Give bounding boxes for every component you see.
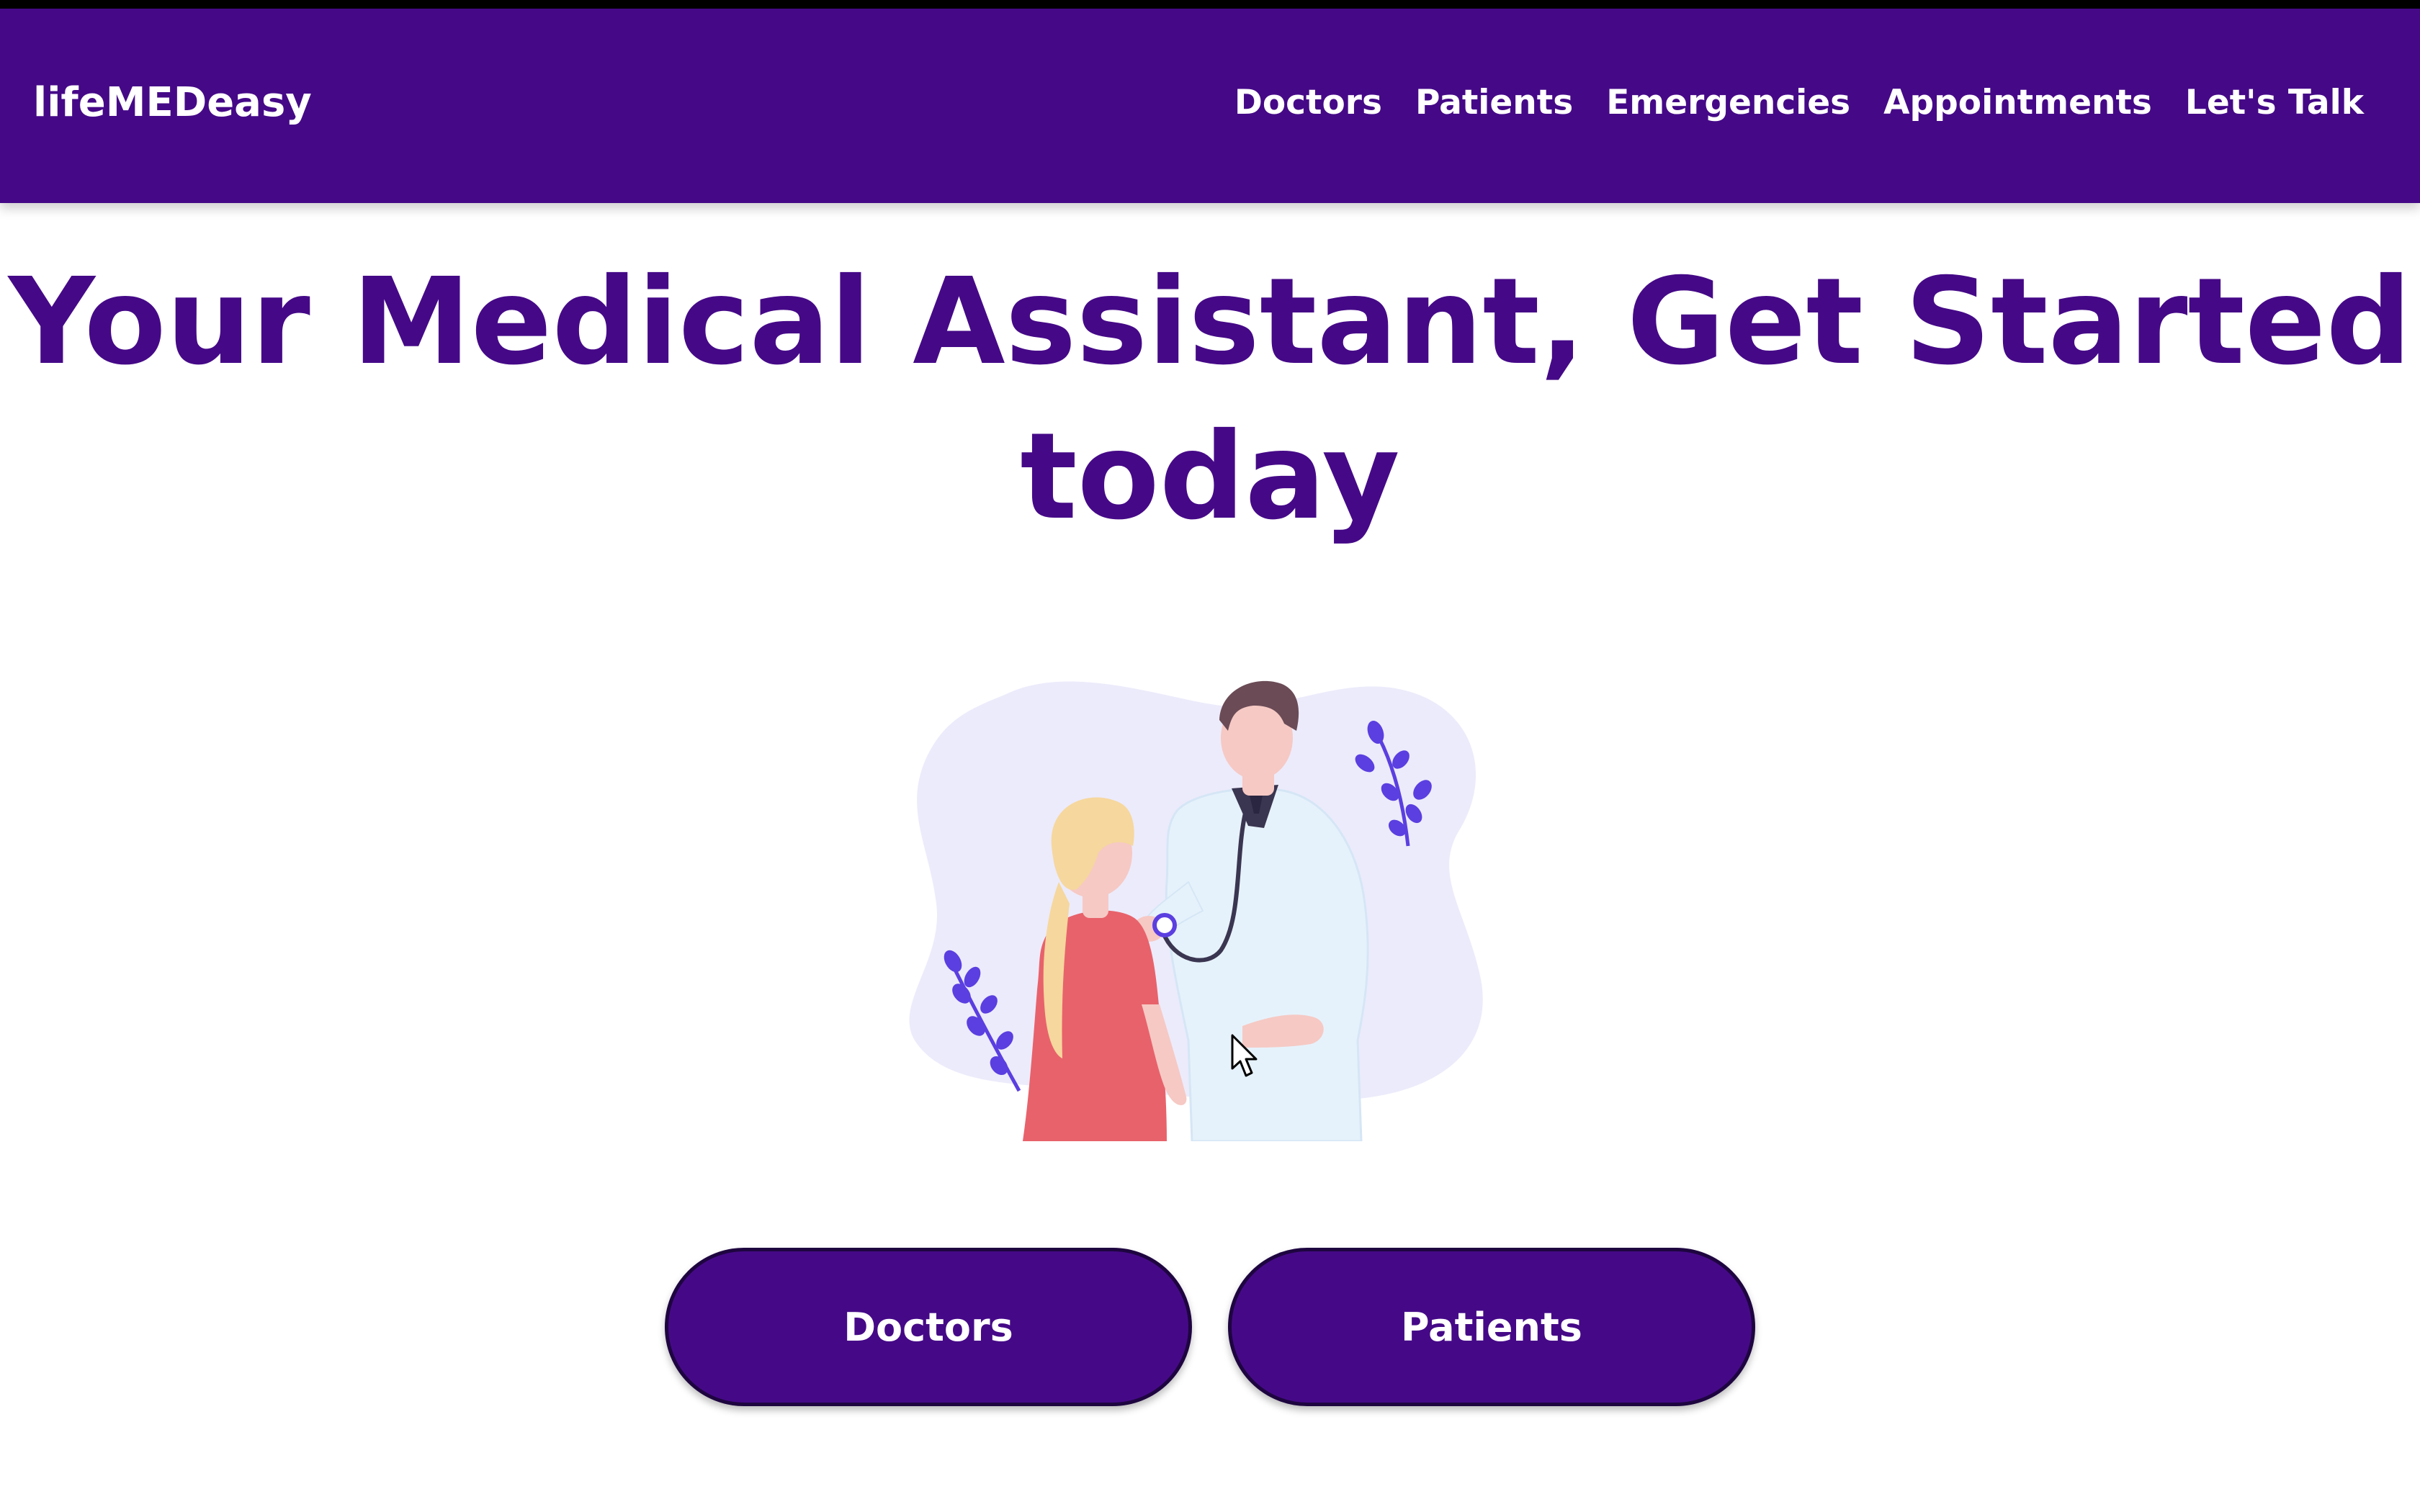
- doctor-patient-illustration: [909, 680, 1483, 1141]
- patient-body: [1023, 910, 1167, 1141]
- nav-link-lets-talk[interactable]: Let's Talk: [2185, 83, 2364, 122]
- nav-link-emergencies[interactable]: Emergencies: [1606, 83, 1850, 122]
- doctor-coat: [1165, 787, 1369, 1141]
- nav-link-doctors[interactable]: Doctors: [1234, 83, 1382, 122]
- patients-button[interactable]: Patients: [1228, 1248, 1755, 1406]
- cta-row: Doctors Patients: [0, 1248, 2420, 1406]
- top-navbar: lifeMEDeasy Doctors Patients Emergencies…: [0, 9, 2420, 203]
- nav-link-appointments[interactable]: Appointments: [1883, 83, 2152, 122]
- nav-link-patients[interactable]: Patients: [1415, 83, 1573, 122]
- hero-title: Your Medical Assistant, Get Started toda…: [0, 245, 2420, 554]
- screen-top-edge: [0, 0, 2420, 9]
- hero-title-line-2: today: [1020, 408, 1400, 546]
- brand-logo[interactable]: lifeMEDeasy: [33, 79, 312, 126]
- doctors-button[interactable]: Doctors: [665, 1248, 1192, 1406]
- stethoscope-chestpiece: [1152, 913, 1177, 937]
- mouse-cursor-icon: [1231, 1034, 1258, 1077]
- nav-links: Doctors Patients Emergencies Appointment…: [1234, 83, 2364, 122]
- hero-title-line-1: Your Medical Assistant, Get Started: [8, 253, 2412, 392]
